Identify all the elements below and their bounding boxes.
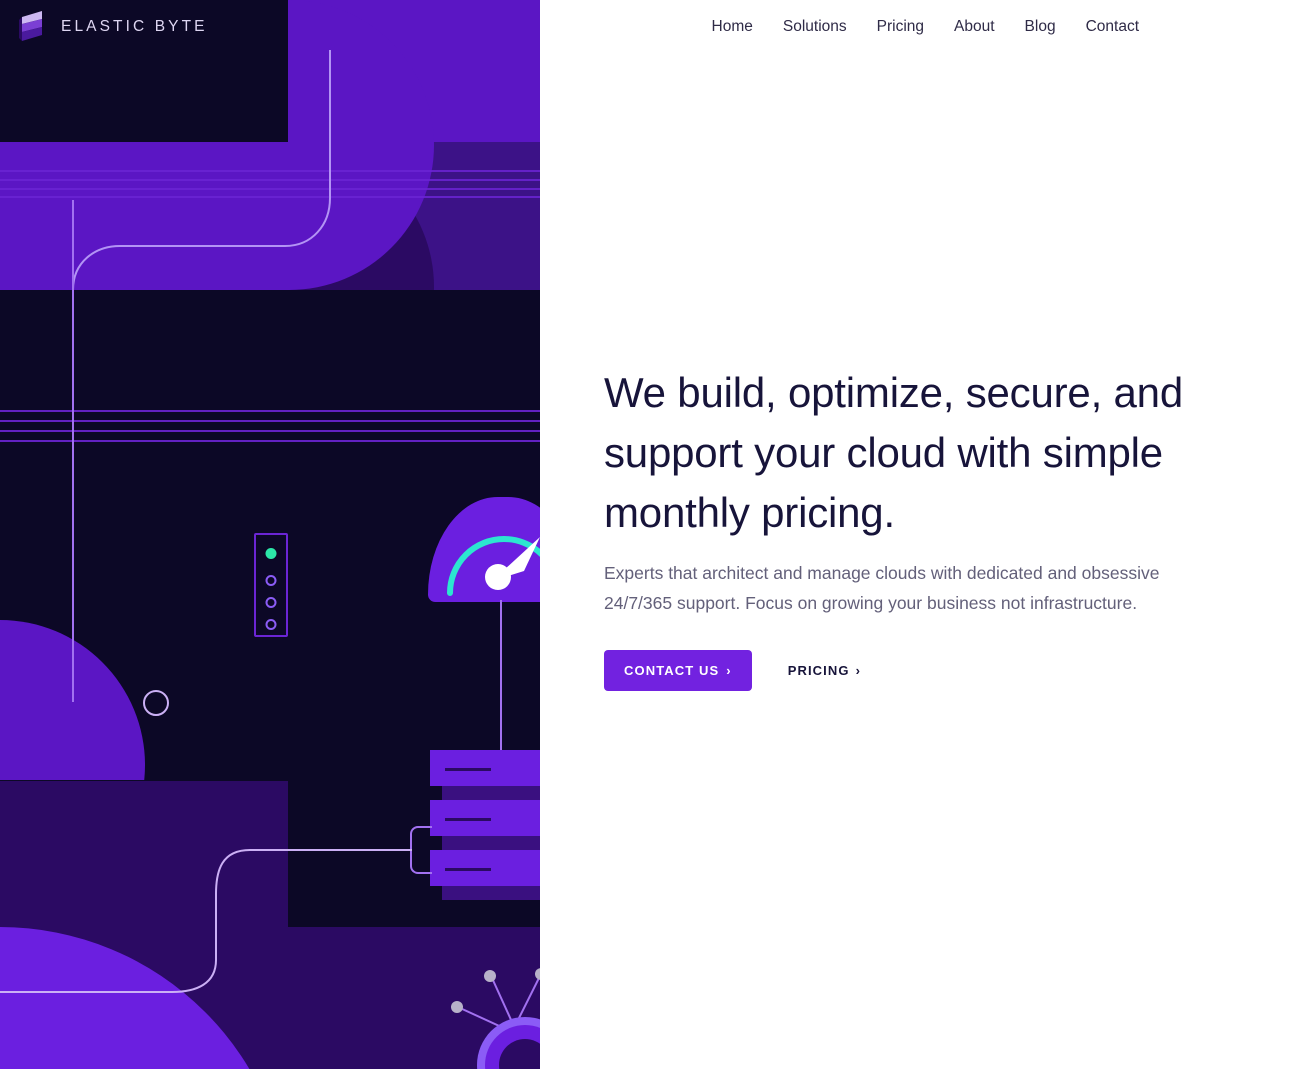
nav-item-pricing[interactable]: Pricing (877, 14, 924, 40)
nav-item-about[interactable]: About (954, 14, 995, 40)
chevron-right-icon: › (855, 663, 862, 678)
nav-item-blog[interactable]: Blog (1025, 14, 1056, 40)
hero-content: We build, optimize, secure, and support … (604, 363, 1204, 691)
page-title: We build, optimize, secure, and support … (604, 369, 1183, 536)
art-bracket-connector (410, 826, 432, 874)
connection-node-icon (143, 690, 169, 716)
status-dot-idle-2 (265, 597, 277, 608)
art-vertical-line (72, 200, 74, 702)
contact-us-label: CONTACT US (624, 663, 720, 678)
network-hub-icon (451, 968, 540, 1069)
nav-item-contact[interactable]: Contact (1086, 14, 1139, 40)
status-dot-idle-3 (265, 619, 277, 630)
gauge-stem (500, 600, 502, 755)
hero-page: ELASTIC BYTE Home Solutions Pricing Abou… (0, 0, 1289, 1069)
status-dot-active (265, 548, 277, 559)
pricing-link-label: PRICING (787, 663, 850, 678)
hero-subtitle: Experts that architect and manage clouds… (604, 563, 1160, 613)
cta-row: CONTACT US › PRICING › (604, 650, 1204, 691)
status-indicator-panel-icon (254, 533, 288, 637)
server-rack-icon (430, 750, 540, 900)
speedometer-gauge-icon (428, 497, 540, 755)
status-dot-idle-1 (265, 575, 277, 586)
nav-item-home[interactable]: Home (712, 14, 753, 40)
contact-us-button[interactable]: CONTACT US › (604, 650, 752, 691)
nav-item-solutions[interactable]: Solutions (783, 14, 847, 40)
art-bracket-stem (288, 849, 412, 851)
hero-illustration (0, 0, 540, 1069)
gauge-arc (447, 536, 540, 596)
pricing-link[interactable]: PRICING › (788, 663, 861, 678)
main-navigation: Home Solutions Pricing About Blog Contac… (712, 14, 1139, 40)
chevron-right-icon: › (726, 663, 732, 678)
stacked-layers-icon (18, 10, 48, 44)
brand-logo[interactable]: ELASTIC BYTE (18, 10, 208, 44)
brand-name: ELASTIC BYTE (61, 18, 208, 35)
